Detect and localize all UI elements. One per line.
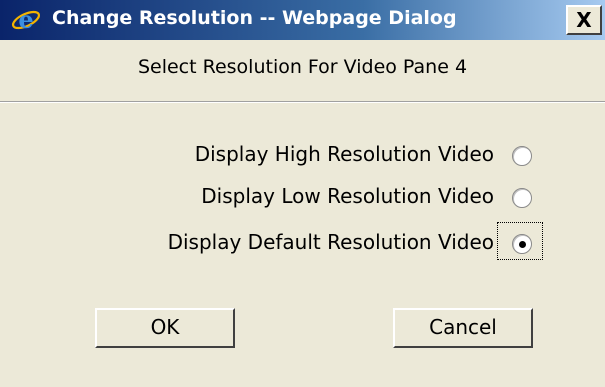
option-label: Display High Resolution Video bbox=[194, 142, 494, 166]
option-default-resolution[interactable]: Display Default Resolution Video bbox=[0, 222, 560, 262]
title-bar[interactable]: e Change Resolution -- Webpage Dialog X bbox=[0, 0, 605, 40]
cancel-button[interactable]: Cancel bbox=[393, 308, 533, 348]
close-icon: X bbox=[576, 8, 592, 32]
radio-low-resolution[interactable] bbox=[512, 188, 532, 208]
svg-text:e: e bbox=[18, 5, 33, 34]
option-label: Display Low Resolution Video bbox=[201, 184, 494, 208]
divider bbox=[0, 101, 605, 103]
radio-default-resolution[interactable] bbox=[512, 234, 532, 254]
radio-selected-dot bbox=[519, 241, 526, 248]
option-high-resolution[interactable]: Display High Resolution Video bbox=[0, 140, 560, 174]
option-low-resolution[interactable]: Display Low Resolution Video bbox=[0, 182, 560, 216]
radio-high-resolution[interactable] bbox=[512, 146, 532, 166]
ie-icon: e bbox=[11, 5, 41, 34]
close-button[interactable]: X bbox=[566, 5, 602, 35]
ok-button[interactable]: OK bbox=[95, 308, 235, 348]
dialog-heading: Select Resolution For Video Pane 4 bbox=[137, 56, 468, 78]
change-resolution-dialog: e Change Resolution -- Webpage Dialog X … bbox=[0, 0, 605, 387]
option-label: Display Default Resolution Video bbox=[167, 230, 494, 254]
window-title: Change Resolution -- Webpage Dialog bbox=[52, 7, 457, 29]
